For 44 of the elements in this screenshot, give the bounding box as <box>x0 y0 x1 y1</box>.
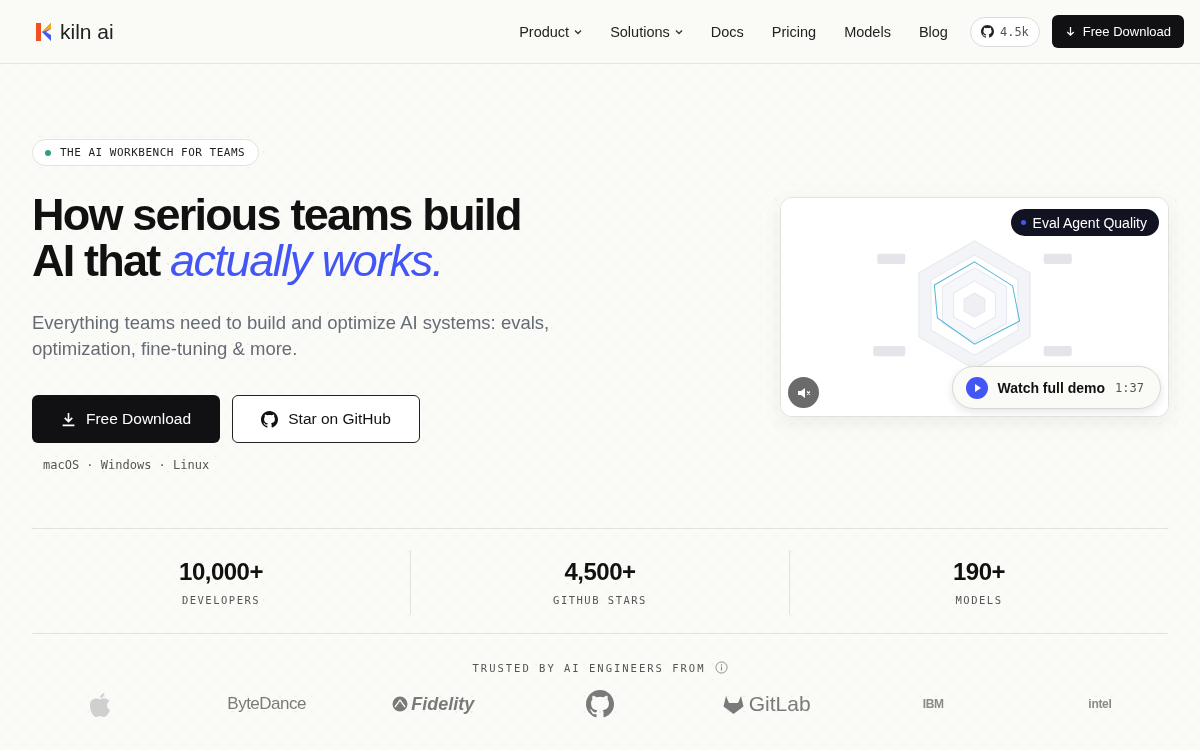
nav-link[interactable]: Product <box>519 23 583 40</box>
github-stars-button[interactable]: 4.5k <box>969 16 1040 47</box>
stat-value: 10,000+ <box>179 558 263 586</box>
demo-video-card[interactable]: Eval Agent Quality Watch full demo 1:37 <box>780 197 1169 417</box>
company-logo: GitLab <box>722 692 811 716</box>
github-icon <box>980 25 994 38</box>
stat-label: GITHUB STARS <box>553 594 647 606</box>
stat-value: 190+ <box>952 558 1006 586</box>
brand-name[interactable]: kiln ai <box>60 19 114 44</box>
company-logo: intel <box>1088 697 1112 711</box>
subtitle: Everything teams need to build and optimize AI systems: evals, optimization, fine-tuning & more. <box>32 311 551 361</box>
logo-icon <box>36 22 52 41</box>
nav-link[interactable]: Docs <box>710 23 744 40</box>
nav-link[interactable]: Pricing <box>771 23 817 40</box>
stat-label: DEVELOPERS <box>181 594 261 606</box>
platforms-text: macOS · Windows · Linux <box>43 458 210 472</box>
github-logo <box>585 690 614 718</box>
trusted-heading: TRUSTED BY AI ENGINEERS FROM <box>472 661 706 674</box>
star-on-github-button[interactable]: Star on GitHub <box>232 395 420 443</box>
download-button[interactable]: Free Download <box>1051 15 1184 48</box>
stat-value: 4,500+ <box>564 558 636 586</box>
nav-link[interactable]: Models <box>844 23 891 40</box>
play-icon <box>965 376 988 399</box>
company-logo: Fidelity <box>392 693 475 715</box>
chevron-down-icon <box>574 28 583 35</box>
watch-demo-button[interactable]: Watch full demo 1:37 <box>951 366 1161 409</box>
headline-line: AI that actually works. <box>32 238 444 284</box>
chevron-down-icon <box>674 28 683 35</box>
github-icon <box>261 410 279 428</box>
headline-line: How serious teams build <box>32 192 521 238</box>
company-logo: ByteDance <box>227 694 306 714</box>
speaker-muted-icon <box>796 386 811 399</box>
download-icon <box>60 411 76 427</box>
nav-link[interactable]: Solutions <box>610 23 683 40</box>
company-logo: IBM <box>922 697 944 711</box>
fox-icon <box>722 694 744 714</box>
apple-logo <box>89 690 111 718</box>
nav-link[interactable]: Blog <box>918 23 948 40</box>
stat-label: MODELS <box>955 594 1003 606</box>
tagline-badge: THE AI WORKBENCH FOR TEAMS <box>32 139 260 166</box>
download-icon <box>1064 26 1076 37</box>
eval-agent-quality-chip: Eval Agent Quality <box>1010 209 1159 236</box>
emblem-icon <box>392 696 409 712</box>
free-download-button[interactable]: Free Download <box>32 395 220 443</box>
